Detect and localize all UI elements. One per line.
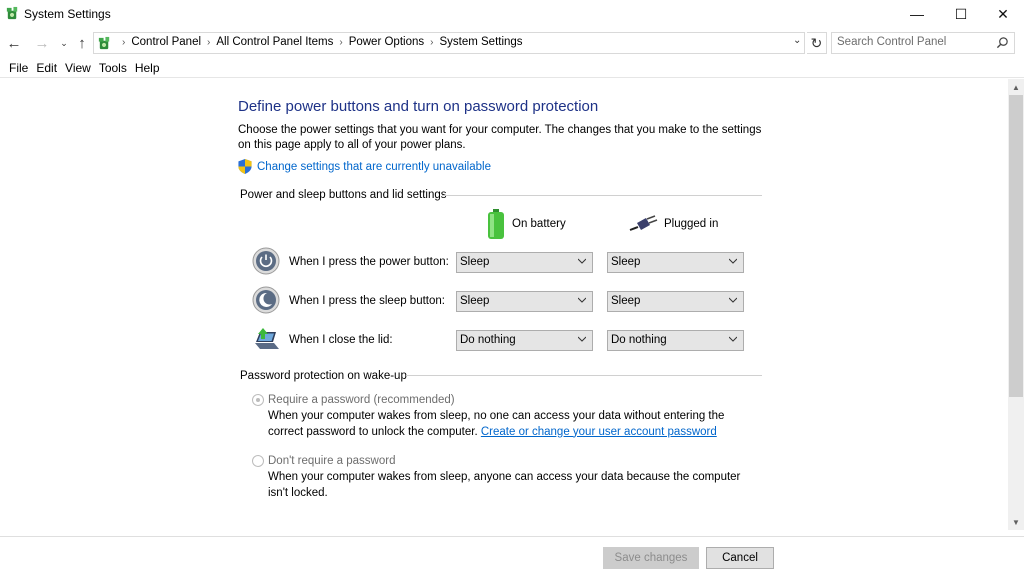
back-arrow-icon[interactable]: ← [5,33,23,53]
plugged-in-label: Plugged in [664,218,719,230]
menu-file[interactable]: File [9,61,28,75]
sleep-button-battery-value: Sleep [460,295,490,307]
uac-shield-icon [238,159,252,174]
scroll-down-arrow-icon[interactable]: ▼ [1008,514,1024,530]
chevron-down-icon [578,258,586,264]
control-panel-icon [6,6,18,20]
require-password-label: Require a password (recommended) [268,394,455,406]
require-password-option[interactable]: Require a password (recommended) [252,394,455,406]
close-lid-plugged-value: Do nothing [611,334,667,346]
menu-help[interactable]: Help [135,61,160,75]
up-arrow-icon[interactable]: ↑ [73,33,91,53]
power-plug-icon [629,215,658,231]
section-header-password: Password protection on wake-up [240,370,407,382]
laptop-lid-icon [255,328,279,349]
close-button[interactable]: ✕ [980,0,1024,28]
title-bar: System Settings — ☐ ✕ [0,0,1024,28]
refresh-icon[interactable]: ↻ [807,32,827,54]
sleep-button-label: When I press the sleep button: [289,295,445,307]
scroll-up-arrow-icon[interactable]: ▲ [1008,79,1024,95]
sleep-button-plugged-select[interactable]: Sleep [607,291,744,312]
menu-view[interactable]: View [65,61,91,75]
menu-tools[interactable]: Tools [99,61,127,75]
power-button-battery-value: Sleep [460,256,490,268]
cancel-button[interactable]: Cancel [706,547,774,569]
page-title: Define power buttons and turn on passwor… [238,98,599,115]
chevron-down-icon [578,297,586,303]
section-divider [406,375,762,376]
chevron-down-icon [578,336,586,342]
address-dropdown-icon[interactable]: ⌄ [793,35,801,46]
close-lid-plugged-select[interactable]: Do nothing [607,330,744,351]
forward-arrow-icon[interactable]: → [33,33,51,53]
breadcrumb-control-panel[interactable]: Control Panel [131,36,201,48]
column-plugged-in: Plugged in [628,215,718,233]
power-button-plugged-select[interactable]: Sleep [607,252,744,273]
no-password-description: When your computer wakes from sleep, any… [268,471,741,499]
chevron-down-icon [729,258,737,264]
menu-bar: File Edit View Tools Help [0,59,1024,78]
sleep-button-plugged-value: Sleep [611,295,641,307]
search-icon[interactable] [996,36,1009,49]
column-on-battery: On battery [486,209,566,239]
breadcrumb: › Control Panel › All Control Panel Item… [116,36,523,48]
require-password-radio[interactable] [252,394,264,406]
power-button-label: When I press the power button: [289,256,449,268]
footer-bar: Save changes Cancel [0,536,1024,576]
minimize-button[interactable]: — [894,0,940,28]
breadcrumb-system-settings[interactable]: System Settings [439,36,522,48]
chevron-down-icon [729,297,737,303]
sleep-button-battery-select[interactable]: Sleep [456,291,593,312]
section-divider [442,195,762,196]
on-battery-label: On battery [512,218,566,230]
address-bar[interactable]: › Control Panel › All Control Panel Item… [93,32,805,54]
scroll-thumb[interactable] [1009,95,1023,397]
change-settings-link[interactable]: Change settings that are currently unava… [257,161,491,173]
breadcrumb-separator-icon[interactable]: › [430,37,433,48]
breadcrumb-all-items[interactable]: All Control Panel Items [216,36,333,48]
power-button-battery-select[interactable]: Sleep [456,252,593,273]
breadcrumb-separator-icon[interactable]: › [122,37,125,48]
save-changes-button[interactable]: Save changes [603,547,699,569]
control-panel-location-icon [98,36,110,50]
no-password-label: Don't require a password [268,455,396,467]
power-button-plugged-value: Sleep [611,256,641,268]
window-title: System Settings [24,7,111,21]
recent-locations-chevron-icon[interactable]: ⌄ [55,33,73,53]
change-settings-link-row: Change settings that are currently unava… [238,159,491,174]
search-input[interactable] [837,36,987,48]
breadcrumb-separator-icon[interactable]: › [207,37,210,48]
breadcrumb-separator-icon[interactable]: › [339,37,342,48]
sleep-button-icon [252,286,280,314]
menu-edit[interactable]: Edit [36,61,57,75]
chevron-down-icon [729,336,737,342]
require-password-description: When your computer wakes from sleep, no … [268,409,758,440]
no-password-option[interactable]: Don't require a password [252,455,395,467]
main-content: Define power buttons and turn on passwor… [0,79,1008,530]
vertical-scrollbar[interactable]: ▲ ▼ [1008,79,1024,530]
power-button-icon [252,247,280,275]
battery-icon [488,209,504,239]
no-password-radio[interactable] [252,455,264,467]
section-header-buttons: Power and sleep buttons and lid settings [240,189,447,201]
close-lid-label: When I close the lid: [289,334,393,346]
close-lid-battery-select[interactable]: Do nothing [456,330,593,351]
maximize-button[interactable]: ☐ [938,0,984,28]
page-description: Choose the power settings that you want … [238,124,762,151]
search-box [831,32,1015,54]
close-lid-battery-value: Do nothing [460,334,516,346]
breadcrumb-power-options[interactable]: Power Options [349,36,424,48]
address-row: ← → ⌄ ↑ › Control Panel › All Control Pa… [0,30,1024,56]
create-password-link[interactable]: Create or change your user account passw… [481,426,717,438]
